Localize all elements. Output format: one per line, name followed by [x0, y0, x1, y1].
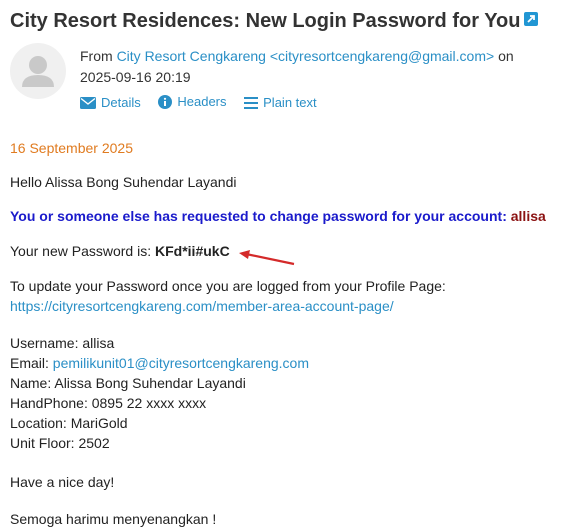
details-label: Details: [101, 95, 141, 110]
greeting: Hello Alissa Bong Suhendar Layandi: [10, 174, 237, 190]
username-value: allisa: [82, 335, 115, 351]
from-label: From: [80, 48, 113, 64]
password-line: Your new Password is: KFd*ii#ukC: [10, 241, 230, 261]
sender-avatar: [10, 43, 66, 99]
user-silhouette-icon: [22, 56, 54, 87]
message-date: 16 September 2025: [10, 140, 133, 156]
account-details: Username: allisa Email: pemilikunit01@ci…: [10, 333, 309, 453]
update-text: To update your Password once you are log…: [10, 278, 446, 294]
request-text: You or someone else has requested to cha…: [10, 208, 507, 224]
email-label: Email:: [10, 355, 49, 371]
plaintext-button[interactable]: Plain text: [244, 95, 317, 110]
info-icon: [158, 94, 173, 109]
closing-en: Have a nice day!: [10, 474, 115, 490]
headers-label: Headers: [177, 94, 227, 109]
plaintext-label: Plain text: [263, 95, 317, 110]
red-arrow-annotation: [239, 250, 295, 266]
on-label: on: [498, 48, 514, 64]
header-toolbar: Details Headers Plain text: [80, 94, 331, 112]
request-notice: You or someone else has requested to cha…: [10, 206, 546, 226]
sender-link[interactable]: City Resort Cengkareng <cityresortcengka…: [117, 48, 495, 64]
update-instructions: To update your Password once you are log…: [10, 276, 446, 316]
closing-id: Semoga harimu menyenangkan !: [10, 511, 217, 527]
location-value: MariGold: [70, 415, 128, 431]
email-link[interactable]: pemilikunit01@cityresortcengkareng.com: [53, 355, 309, 371]
details-button[interactable]: Details: [80, 95, 141, 110]
phone-label: HandPhone:: [10, 395, 88, 411]
email-subject: City Resort Residences: New Login Passwo…: [10, 10, 539, 33]
username-label: Username:: [10, 335, 79, 351]
location-label: Location:: [10, 415, 67, 431]
name-value: Alissa Bong Suhendar Layandi: [54, 375, 246, 391]
lines-icon: [244, 96, 259, 109]
message-header: From City Resort Cengkareng <cityresortc…: [80, 46, 520, 88]
account-name: allisa: [510, 208, 546, 224]
password-label: Your new Password is:: [10, 243, 152, 259]
subject-text: City Resort Residences: New Login Passwo…: [10, 10, 521, 32]
unit-value: 2502: [78, 435, 110, 451]
headers-button[interactable]: Headers: [158, 94, 227, 109]
name-label: Name:: [10, 375, 52, 391]
message-datetime: 2025-09-16 20:19: [80, 69, 191, 85]
phone-value: 0895 22 xxxx xxxx: [91, 395, 207, 411]
unit-label: Unit Floor:: [10, 435, 75, 451]
external-link-icon[interactable]: [524, 12, 539, 26]
profile-link[interactable]: https://cityresortcengkareng.com/member-…: [10, 298, 394, 314]
envelope-icon: [80, 96, 96, 109]
new-password: KFd*ii#ukC: [155, 243, 230, 259]
